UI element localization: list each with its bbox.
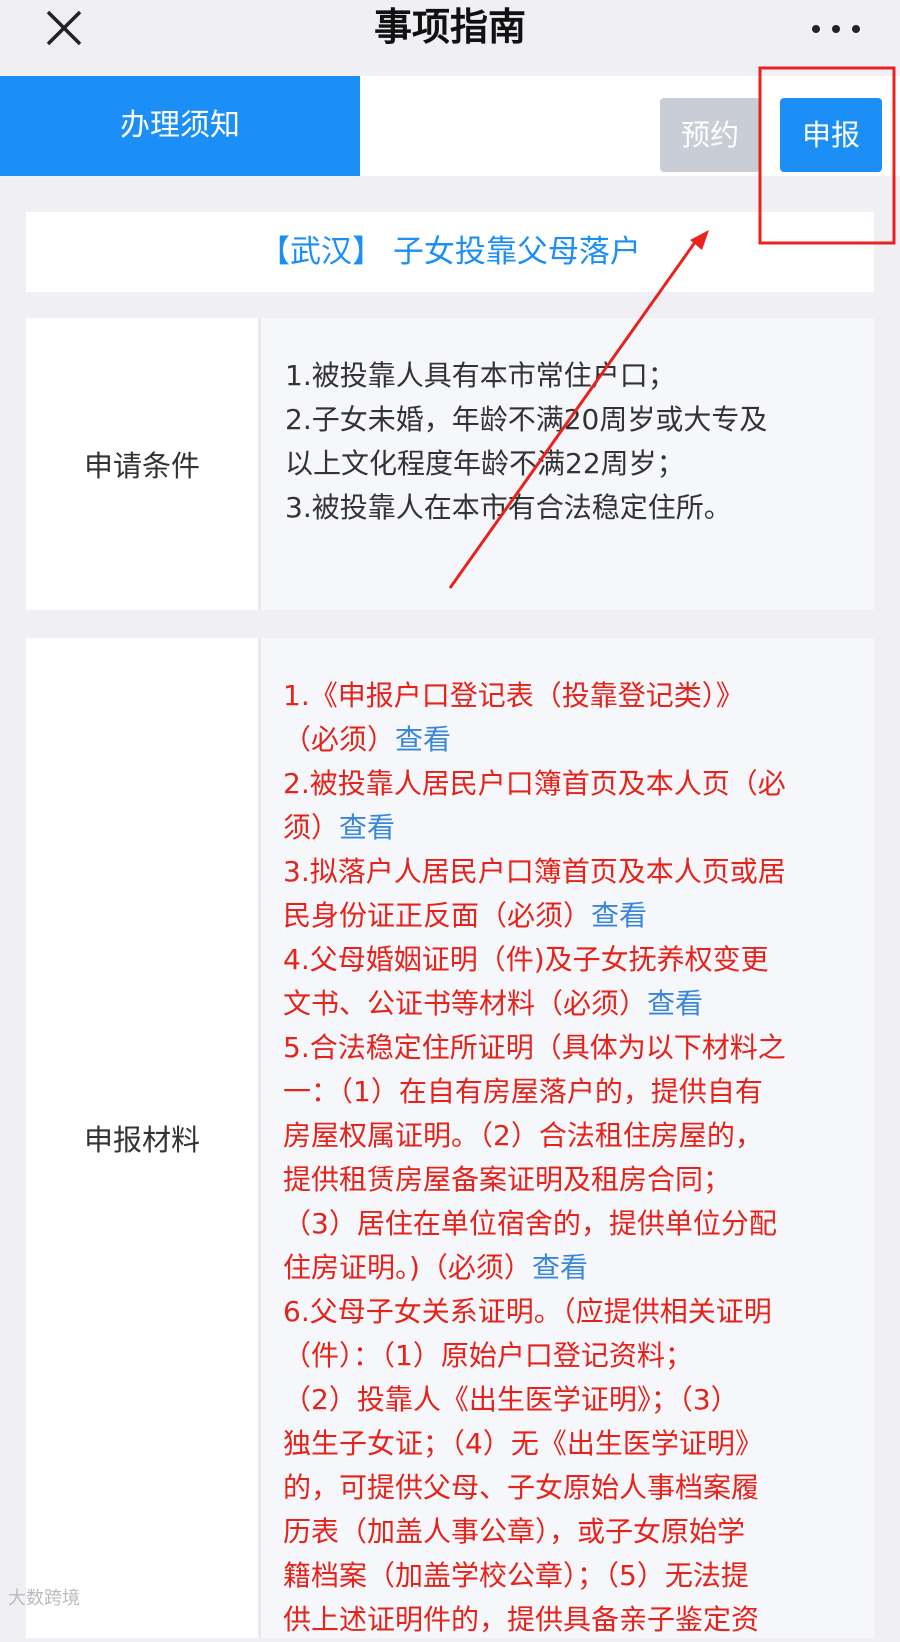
material-text: （件）：（1）原始户口登记资料； xyxy=(283,1339,693,1372)
material-text: 2.被投靠人居民户口簿首页及本人页（必 xyxy=(283,767,786,800)
material-text: 文书、公证书等材料（必须） xyxy=(283,987,648,1020)
material-line: （必须）查看 xyxy=(283,718,864,762)
material-line: 6.父母子女关系证明。（应提供相关证明 xyxy=(283,1290,864,1334)
material-text: 一：（1）在自有房屋落户的，提供自有 xyxy=(283,1075,763,1108)
tab-bar: 办理须知 预约 申报 xyxy=(0,76,900,176)
material-text: （2）投靠人《出生医学证明》；（3） xyxy=(283,1383,739,1416)
material-text: 住房证明。)（必须） xyxy=(283,1251,532,1284)
material-text: 籍档案（加盖学校公章）；（5）无法提 xyxy=(283,1559,749,1592)
material-line: 一：（1）在自有房屋落户的，提供自有 xyxy=(283,1070,864,1114)
material-line: 1.《申报户口登记表（投靠登记类）》 xyxy=(283,674,864,718)
material-text: （3）居住在单位宿舍的，提供单位分配 xyxy=(283,1207,777,1240)
material-text: 须） xyxy=(283,811,340,844)
conditions-content: 1.被投靠人具有本市常住户口； 2.子女未婚，年龄不满20周岁或大专及 以上文化… xyxy=(261,318,874,610)
material-line: 民身份证正反面（必须）查看 xyxy=(283,894,864,938)
condition-line: 3.被投靠人在本市有合法稳定住所。 xyxy=(285,491,732,524)
material-line: 供上述证明件的，提供具备亲子鉴定资 xyxy=(283,1598,864,1642)
material-text: （必须） xyxy=(283,723,396,756)
view-link[interactable]: 查看 xyxy=(339,811,395,844)
material-text: 3.拟落户人居民户口簿首页及本人页或居 xyxy=(283,855,786,888)
material-text: 的，可提供父母、子女原始人事档案履 xyxy=(283,1471,760,1504)
material-text: 1.《申报户口登记表（投靠登记类）》 xyxy=(283,679,744,712)
top-bar: 事项指南 xyxy=(0,0,900,76)
service-title-card: 【武汉】 子女投靠父母落户 xyxy=(26,212,874,292)
material-text: 4.父母婚姻证明（件)及子女抚养权变更 xyxy=(283,943,769,976)
watermark: 大数跨境 xyxy=(8,1588,80,1609)
material-line: 4.父母婚姻证明（件)及子女抚养权变更 xyxy=(283,938,864,982)
materials-label: 申报材料 xyxy=(26,638,258,1638)
report-button[interactable]: 申报 xyxy=(780,98,882,172)
material-line: （2）投靠人《出生医学证明》；（3） xyxy=(283,1378,864,1422)
material-line: 历表（加盖人事公章），或子女原始学 xyxy=(283,1510,864,1554)
view-link[interactable]: 查看 xyxy=(591,899,647,932)
material-line: （3）居住在单位宿舍的，提供单位分配 xyxy=(283,1202,864,1246)
appointment-button[interactable]: 预约 xyxy=(660,98,760,172)
materials-row: 申报材料 1.《申报户口登记表（投靠登记类）》 （必须）查看 2.被投靠人居民户口簿… xyxy=(26,638,874,1638)
condition-line: 以上文化程度年龄不满22周岁； xyxy=(285,447,685,480)
material-text: 房屋权属证明。（2）合法租住房屋的， xyxy=(283,1119,763,1152)
more-icon[interactable] xyxy=(812,12,860,42)
view-link[interactable]: 查看 xyxy=(532,1251,588,1284)
view-link[interactable]: 查看 xyxy=(395,723,451,756)
service-title: 【武汉】 子女投靠父母落户 xyxy=(259,234,641,270)
material-line: 籍档案（加盖学校公章）；（5）无法提 xyxy=(283,1554,864,1598)
conditions-label: 申请条件 xyxy=(26,318,258,610)
material-line: 须）查看 xyxy=(283,806,864,850)
material-text: 民身份证正反面（必须） xyxy=(283,899,592,932)
material-line: 住房证明。)（必须）查看 xyxy=(283,1246,864,1290)
material-text: 历表（加盖人事公章），或子女原始学 xyxy=(283,1515,746,1548)
material-line: 提供租赁房屋备案证明及租房合同； xyxy=(283,1158,864,1202)
condition-line: 2.子女未婚，年龄不满20周岁或大专及 xyxy=(285,403,768,436)
material-text: 提供租赁房屋备案证明及租房合同； xyxy=(283,1163,732,1196)
material-line: 文书、公证书等材料（必须）查看 xyxy=(283,982,864,1026)
material-line: 的，可提供父母、子女原始人事档案履 xyxy=(283,1466,864,1510)
material-line: 独生子女证；（4）无《出生医学证明》 xyxy=(283,1422,864,1466)
material-line: （件）：（1）原始户口登记资料； xyxy=(283,1334,864,1378)
tab-notice[interactable]: 办理须知 xyxy=(0,76,360,176)
material-line: 3.拟落户人居民户口簿首页及本人页或居 xyxy=(283,850,864,894)
condition-line: 1.被投靠人具有本市常住户口； xyxy=(285,359,676,392)
material-line: 5.合法稳定住所证明（具体为以下材料之 xyxy=(283,1026,864,1070)
materials-content: 1.《申报户口登记表（投靠登记类）》 （必须）查看 2.被投靠人居民户口簿首页及本人… xyxy=(261,638,874,1638)
material-text: 供上述证明件的，提供具备亲子鉴定资 xyxy=(283,1603,760,1636)
material-text: 5.合法稳定住所证明（具体为以下材料之 xyxy=(283,1031,786,1064)
material-text: 独生子女证；（4）无《出生医学证明》 xyxy=(283,1427,763,1460)
material-text: 6.父母子女关系证明。（应提供相关证明 xyxy=(283,1295,772,1328)
conditions-row: 申请条件 1.被投靠人具有本市常住户口； 2.子女未婚，年龄不满20周岁或大专及… xyxy=(26,318,874,610)
material-line: 2.被投靠人居民户口簿首页及本人页（必 xyxy=(283,762,864,806)
view-link[interactable]: 查看 xyxy=(647,987,703,1020)
material-line: 房屋权属证明。（2）合法租住房屋的， xyxy=(283,1114,864,1158)
page-title: 事项指南 xyxy=(373,5,526,49)
